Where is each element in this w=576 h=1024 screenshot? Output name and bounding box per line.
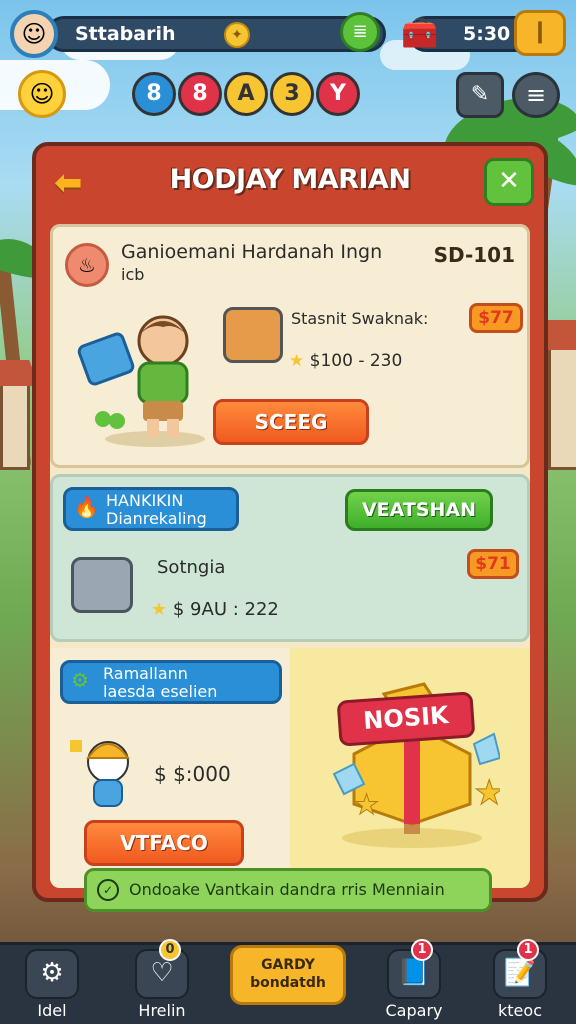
nav-label: Hrelin [138, 1001, 186, 1020]
offer-2-item-name: Sotngia [157, 557, 226, 578]
nav-item-favorites[interactable]: ♡ 0 Hrelin [122, 939, 202, 1024]
house [0, 380, 30, 470]
offer-1-code: SD-101 [433, 243, 515, 267]
offer-2-tag-line2: Dianrekaling [106, 509, 207, 528]
offer-card-2: 🔥 HANKIKIN Dianrekaling VEATSHAN Sotngia… [50, 474, 530, 642]
offer-3-tag-line1: Ramallann [103, 664, 188, 683]
menu-button[interactable]: ≡ [512, 72, 560, 118]
book-icon: 📘 1 [387, 939, 441, 999]
offer-2-range-text: $ 9AU : 222 [172, 599, 279, 620]
nav-label: Capary [385, 1001, 443, 1020]
offer-card-3: ⚙ Ramallann laesda eselien $ $:000 VTFAC… [50, 648, 290, 888]
nav-item-center[interactable]: GARDY bondatdh [230, 945, 346, 1005]
house [548, 340, 576, 470]
player-name: Sttabarih [75, 23, 176, 45]
offer-3-action-button[interactable]: VTFACO [84, 820, 244, 866]
top-hud: Sttabarih ☺ ✦ ≣ 5:30 🧰 ❙ [8, 8, 568, 58]
nav-item-library[interactable]: 📘 1 Capary [374, 939, 454, 1024]
heart-icon: ♡ 0 [135, 939, 189, 999]
gear-icon: ⚙ [71, 668, 89, 692]
close-icon: ✕ [498, 166, 520, 196]
footer-banner[interactable]: ✓ Ondoake Vantkain dandra rris Menniain [84, 868, 492, 912]
pencil-icon: ✎ [470, 82, 490, 107]
notebook-icon: 📝 1 [493, 939, 547, 999]
gear-icon: ⚙ [25, 949, 79, 999]
pause-button[interactable]: ❙ [514, 10, 566, 56]
mascot-character-icon [70, 740, 130, 807]
offer-1-title: Ganioemani Hardanah Ingn [121, 241, 383, 263]
close-button[interactable]: ✕ [484, 158, 534, 206]
offer-4-label[interactable]: NOSIK [336, 691, 476, 747]
svg-text:★: ★ [474, 773, 500, 813]
offer-2-range: ★ $ 9AU : 222 [151, 599, 279, 620]
avatar-face-icon: ☺ [21, 20, 47, 48]
coin-icon: ✦ [224, 22, 250, 48]
nav-label: kteoc [498, 1001, 542, 1020]
offer-card-4: ★ ★ NOSIK [290, 648, 530, 888]
offer-1-item-name: Stasnit Swaknak: [291, 309, 429, 328]
notification-badge: 1 [517, 939, 539, 961]
offer-1-subtitle: icb [121, 265, 145, 284]
back-button[interactable]: ⬅ [54, 166, 96, 200]
footer-banner-text: Ondoake Vantkain dandra rris Menniain [129, 880, 445, 899]
machine-icon [71, 557, 133, 613]
bubble-blue[interactable]: 8 [132, 72, 176, 116]
bubble-crimson[interactable]: Y [316, 72, 360, 116]
offer-2-action-button[interactable]: VEATSHAN [345, 489, 493, 531]
pause-icon: ❙ [530, 19, 550, 44]
fire-icon: 🔥 [74, 495, 99, 519]
offer-card-1: ♨ Ganioemani Hardanah Ingn icb SD-101 St… [50, 224, 530, 468]
star-icon: ★ [289, 351, 305, 371]
boy-character-icon [77, 315, 205, 447]
nav-item-settings[interactable]: ⚙ Idel [12, 945, 92, 1024]
gadget-icon [223, 307, 283, 363]
star-icon: ★ [151, 599, 168, 620]
panel-body: ♨ Ganioemani Hardanah Ingn icb SD-101 St… [50, 224, 530, 888]
notification-badge: 1 [411, 939, 433, 961]
offer-1-range-text: $100 - 230 [309, 351, 403, 371]
currency-bubbles: 8 8 A 3 Y [132, 72, 360, 116]
notification-badge: 0 [159, 939, 181, 961]
edit-button[interactable]: ✎ [456, 72, 504, 118]
nav-center-label: GARDY bondatdh [250, 957, 326, 991]
bubble-yellow[interactable]: A [224, 72, 268, 116]
bubble-red[interactable]: 8 [178, 72, 222, 116]
bubble-gold[interactable]: 3 [270, 72, 314, 116]
offer-3-tag: ⚙ Ramallann laesda eselien [60, 660, 282, 704]
offer-3-price: $ $:000 [154, 762, 231, 786]
treasure-chest-icon[interactable]: 🧰 [400, 14, 440, 54]
offer-2-price-badge: $71 [467, 549, 519, 579]
svg-text:★: ★ [354, 788, 379, 821]
offer-1-action-button[interactable]: SCEEG [213, 399, 369, 445]
chat-button[interactable]: ☺ [18, 70, 66, 118]
offer-2-tag-line1: HANKIKIN [106, 491, 184, 510]
nav-label: Idel [37, 1001, 67, 1020]
shop-panel: ⬅ HODJAY MARIAN ✕ ♨ Ganioemani Hardanah … [32, 142, 548, 902]
nav-item-notes[interactable]: 📝 1 kteoc [480, 939, 560, 1024]
offer-2-tag: 🔥 HANKIKIN Dianrekaling [63, 487, 239, 531]
player-name-bar[interactable]: Sttabarih [46, 16, 386, 52]
offer-1-range: ★ $100 - 230 [289, 351, 402, 371]
panel-title: HODJAY MARIAN [169, 164, 411, 195]
timer-text: 5:30 [463, 23, 511, 45]
scroll-icon: ≣ [352, 21, 368, 42]
bottom-navigation: ⚙ Idel ♡ 0 Hrelin GARDY bondatdh 📘 1 Cap… [0, 939, 576, 1024]
checkmark-icon: ✓ [97, 879, 119, 901]
food-plate-icon: ♨ [65, 243, 109, 287]
player-avatar[interactable]: ☺ [10, 10, 58, 58]
arrow-left-icon: ⬅ [54, 163, 83, 203]
hamburger-icon: ≡ [525, 81, 547, 109]
quest-scroll-button[interactable]: ≣ [340, 12, 380, 52]
chat-bubble-icon: ☺ [29, 80, 55, 108]
offer-1-price-badge: $77 [469, 303, 523, 333]
panel-header: ⬅ HODJAY MARIAN ✕ [36, 146, 544, 218]
offer-3-tag-line2: laesda eselien [103, 682, 218, 701]
